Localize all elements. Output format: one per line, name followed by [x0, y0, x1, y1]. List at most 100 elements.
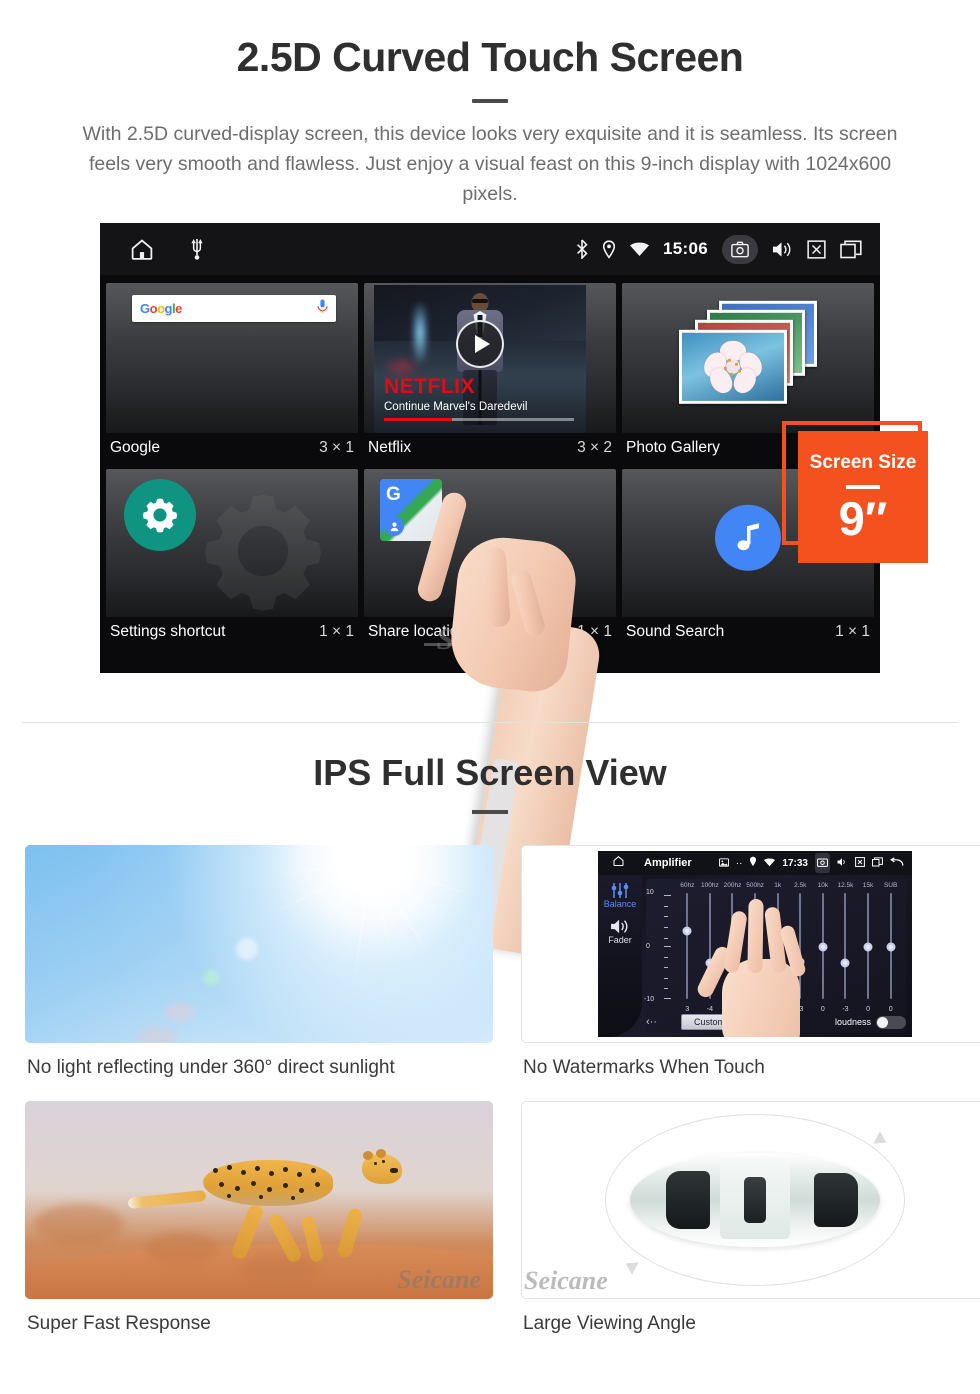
widget-name: Settings shortcut [110, 623, 226, 640]
eq-slider[interactable] [879, 893, 902, 999]
recent-apps-icon[interactable] [840, 240, 862, 259]
amp-status-icons: ·· 17:33 [718, 853, 904, 873]
netflix-logo: NETFLIX [384, 375, 475, 398]
freq-label: 15k [862, 882, 874, 889]
freq-label: 500hz [746, 882, 764, 889]
widget-grid: Google Google 3 × 1 NETFLIX Continue Mar… [100, 275, 880, 647]
progress-bar [384, 418, 574, 421]
freq-label: 10k [817, 882, 829, 889]
widget-name: Sound Search [626, 623, 725, 640]
more-icon[interactable]: ·· [736, 858, 743, 869]
balance-label: Balance [603, 899, 637, 909]
fader-label: Fader [608, 935, 632, 945]
device-screenshot-area: 15:06 Google Google 3 × 1 NETFLIX Contin… [0, 223, 980, 959]
rear-window [813, 1173, 858, 1227]
gallery-icon[interactable] [718, 854, 729, 872]
bluetooth-icon [576, 239, 588, 259]
card-caption: No light reflecting under 360° direct su… [27, 1057, 395, 1078]
car-thumbnail: Seicane [521, 1101, 980, 1299]
amp-clock: 17:33 [782, 857, 808, 869]
brand-watermark: Seicane [397, 1265, 481, 1294]
sunlight-thumbnail [25, 845, 493, 1043]
freq-label: 2.5k [794, 882, 807, 889]
google-search-widget[interactable]: Google [132, 295, 336, 322]
cheetah-body [202, 1160, 333, 1207]
balance-button[interactable]: Balance [598, 875, 642, 909]
settings-gear-icon[interactable] [124, 479, 196, 551]
prev-arrow-icon[interactable]: ‹·· [646, 1016, 657, 1028]
volume-icon[interactable] [837, 854, 848, 872]
card-sunlight[interactable]: No light reflecting under 360° direct su… [25, 845, 493, 1079]
page-title: 2.5D Curved Touch Screen [236, 34, 744, 80]
sunroof [744, 1177, 766, 1223]
widget-settings-shortcut[interactable]: Settings shortcut 1 × 1 [106, 469, 358, 647]
recent-apps-icon[interactable] [872, 854, 883, 872]
home-icon[interactable] [128, 237, 156, 262]
camera-icon[interactable] [815, 853, 830, 873]
scale-top: 10 [646, 889, 654, 896]
eq-value: 0 [888, 1006, 893, 1013]
eq-value: 0 [866, 1006, 870, 1013]
amp-side-nav: Balance Fader [598, 875, 642, 1037]
loudness-toggle[interactable] [876, 1015, 906, 1029]
card-row-1: No light reflecting under 360° direct su… [0, 845, 980, 1079]
db-scale: 10 0 -10 [644, 889, 672, 1003]
card-no-watermarks[interactable]: Amplifier ·· 17:33 Balance Fader 10 0 -1… [521, 845, 980, 1079]
eq-slider[interactable] [857, 893, 880, 999]
widget-name: Netflix [368, 439, 412, 456]
widget-name: Google [110, 439, 160, 456]
mic-icon[interactable] [317, 299, 328, 319]
loudness-label: loudness [834, 1017, 871, 1027]
widget-google[interactable]: Google Google 3 × 1 [106, 283, 358, 463]
blossom-photo [699, 340, 767, 398]
widget-caption: Settings shortcut 1 × 1 [106, 617, 358, 647]
frequency-labels: 60hz 100hz 200hz 500hz 1k 2.5k 10k 12.5k [676, 882, 902, 889]
music-note-icon[interactable] [715, 504, 781, 571]
wifi-icon [630, 242, 650, 257]
card-row-2: Seicane Super Fast Response Seicane Larg… [0, 1101, 980, 1335]
fader-button[interactable]: Fader [598, 909, 642, 945]
scale-bottom: -10 [644, 996, 655, 1003]
volume-icon[interactable] [772, 240, 793, 259]
usb-icon[interactable] [190, 237, 204, 261]
status-bar-left [100, 237, 204, 262]
google-maps-icon[interactable]: G [380, 479, 442, 541]
netflix-preview: NETFLIX Continue Marvel's Daredevil [374, 285, 586, 433]
freq-label: 60hz [680, 882, 695, 889]
widget-row-1: Google Google 3 × 1 NETFLIX Continue Mar… [106, 283, 874, 463]
amplifier-equalizer-screenshot: Amplifier ·· 17:33 Balance Fader 10 0 -1… [598, 851, 912, 1037]
widget-caption: Sound Search 1 × 1 [622, 617, 874, 647]
title-underline [472, 99, 508, 103]
status-bar: 15:06 [100, 223, 880, 275]
card-fast-response[interactable]: Seicane Super Fast Response [25, 1101, 493, 1335]
location-icon [749, 854, 757, 872]
widget-size: 3 × 2 [577, 439, 612, 456]
status-bar-right: 15:06 [576, 234, 862, 264]
decorative-gear-icon [188, 476, 338, 617]
cheetah-tail [127, 1190, 207, 1210]
freq-label: SUB [883, 882, 898, 889]
close-box-icon[interactable] [855, 854, 865, 872]
freq-label: 1k [774, 882, 782, 889]
amp-title: Amplifier [644, 857, 692, 869]
amp-status-bar: Amplifier ·· 17:33 [598, 851, 912, 875]
back-arrow-icon[interactable] [890, 854, 904, 872]
eq-slider[interactable] [834, 893, 857, 999]
camera-icon[interactable] [722, 234, 758, 264]
card-caption: No Watermarks When Touch [523, 1057, 765, 1078]
wifi-icon [764, 854, 776, 872]
card-caption: Large Viewing Angle [523, 1313, 696, 1334]
windshield [666, 1171, 711, 1229]
card-viewing-angle[interactable]: Seicane Large Viewing Angle [521, 1101, 980, 1335]
eq-slider[interactable] [676, 893, 699, 999]
play-button-icon[interactable] [456, 320, 504, 369]
close-box-icon[interactable] [807, 239, 826, 259]
location-icon [602, 239, 616, 259]
widget-netflix[interactable]: NETFLIX Continue Marvel's Daredevil Netf… [364, 283, 616, 463]
middle-finger [747, 898, 764, 974]
home-icon[interactable] [612, 854, 625, 872]
touching-hand-illustration [694, 897, 826, 1037]
curved-screen-section: 2.5D Curved Touch Screen With 2.5D curve… [0, 0, 980, 959]
rotation-arrow-icon [873, 1131, 890, 1150]
loudness-control[interactable]: loudness [834, 1015, 906, 1029]
